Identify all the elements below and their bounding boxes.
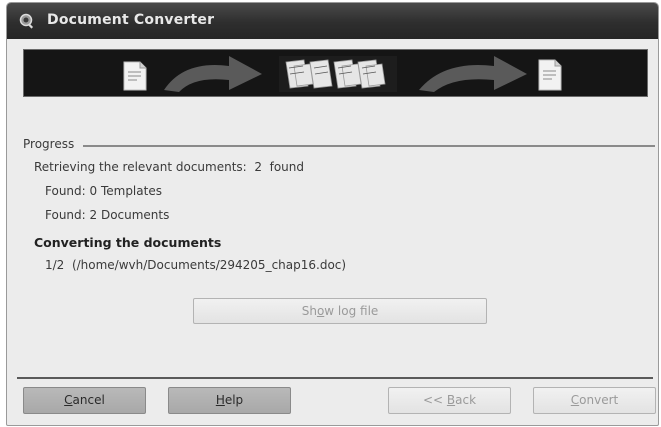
converting-heading: Converting the documents — [34, 235, 222, 250]
wizard-banner — [23, 49, 648, 97]
retrieving-status-text: Retrieving the relevant documents: 2 fou… — [34, 160, 304, 174]
documents-batch-icon — [279, 56, 397, 92]
progress-frame-line — [83, 145, 655, 147]
convert-button[interactable]: Convert — [533, 387, 656, 414]
help-button[interactable]: Help — [168, 387, 291, 414]
source-document-icon — [123, 61, 147, 91]
target-document-icon — [538, 59, 562, 91]
found-documents-text: Found: 2 Documents — [45, 208, 170, 222]
found-templates-text: Found: 0 Templates — [45, 184, 162, 198]
button-area-separator — [17, 377, 653, 379]
current-file-text: 1/2 (/home/wvh/Documents/294205_chap16.d… — [45, 258, 347, 272]
document-converter-window: Document Converter Progress Retrieving t… — [6, 2, 659, 426]
converter-app-icon — [19, 13, 34, 29]
window-title: Document Converter — [47, 12, 215, 28]
back-button[interactable]: << Back — [388, 387, 511, 414]
cancel-button[interactable]: Cancel — [23, 387, 146, 414]
progress-frame-label: Progress — [23, 137, 75, 151]
show-log-file-button[interactable]: Show log file — [193, 298, 487, 324]
title-bar[interactable]: Document Converter — [7, 3, 658, 39]
